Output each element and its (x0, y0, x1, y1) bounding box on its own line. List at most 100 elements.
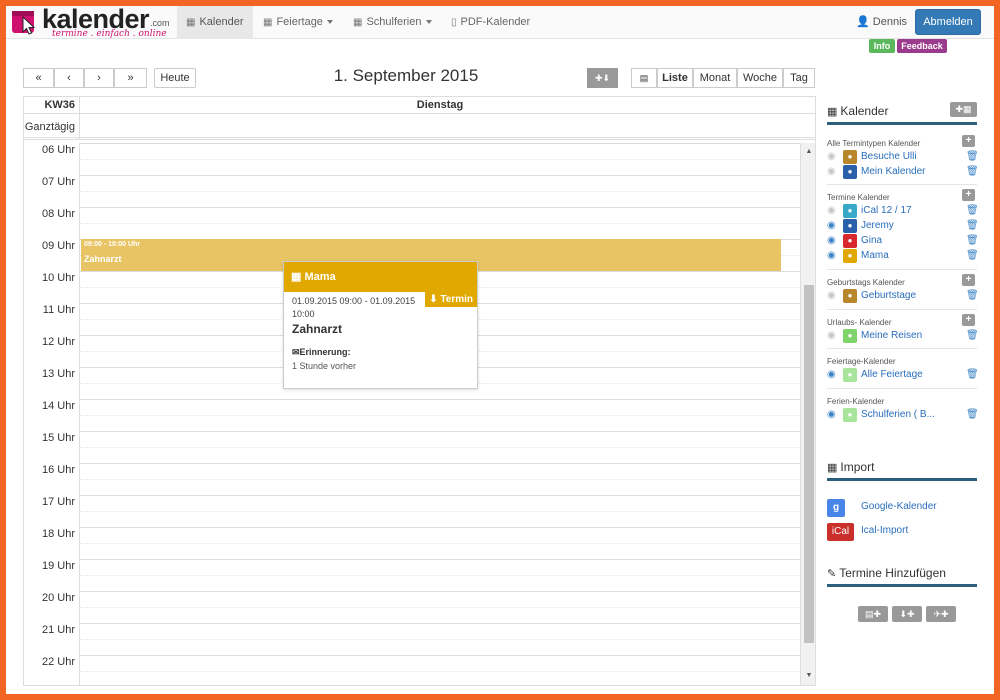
prev-prev-button[interactable]: « (23, 68, 54, 88)
hour-label: 22 Uhr (24, 655, 80, 685)
hour-row[interactable]: 20 Uhr (24, 591, 800, 623)
trash-icon[interactable]: 🗑 (966, 204, 979, 218)
calendar-item[interactable]: ◉ ● Alle Feiertage 🗑 (827, 368, 979, 382)
add-appointment-button[interactable]: ⬇✚ (892, 606, 922, 622)
hour-row[interactable]: 07 Uhr (24, 175, 800, 207)
eye-icon[interactable]: ◉ (827, 166, 836, 178)
calendar-color-icon: ● (843, 165, 857, 179)
view-woche-button[interactable]: Woche (737, 68, 783, 88)
add-calendar-group-button[interactable]: + (962, 274, 975, 286)
hour-row[interactable]: 21 Uhr (24, 623, 800, 655)
half-hour-line (80, 511, 800, 512)
hour-row[interactable]: 16 Uhr (24, 463, 800, 495)
hour-row[interactable]: 15 Uhr (24, 431, 800, 463)
calendar-item[interactable]: ◉ ● Mama 🗑 (827, 249, 979, 263)
calendar-item[interactable]: ◉ ● Geburtstage 🗑 (827, 289, 979, 303)
info-button[interactable]: Info (869, 39, 895, 53)
allday-row[interactable]: Ganztägig (24, 114, 815, 140)
trash-icon[interactable]: 🗑 (966, 234, 979, 248)
calendar-item[interactable]: ◉ ● Schulferien ( B... 🗑 (827, 408, 979, 422)
prev-button[interactable]: ‹ (54, 68, 84, 88)
add-birthday-button[interactable]: ▤✚ (858, 606, 888, 622)
nav-feiertage[interactable]: ▦ Feiertage (254, 6, 342, 39)
next-button[interactable]: › (84, 68, 114, 88)
calendar-item[interactable]: ◉ ● Besuche Ulli 🗑 (827, 150, 979, 164)
trash-icon[interactable]: 🗑 (966, 368, 979, 382)
half-hour-line (80, 575, 800, 576)
calendar-item[interactable]: ◉ ● Meine Reisen 🗑 (827, 329, 979, 343)
calendar-item[interactable]: ◉ ● Gina 🗑 (827, 234, 979, 248)
calendar-item-label[interactable]: Besuche Ulli (861, 150, 917, 164)
hour-row[interactable]: 17 Uhr (24, 495, 800, 527)
scroll-down-icon[interactable]: ▼ (804, 671, 814, 681)
calendar-item-label[interactable]: iCal 12 / 17 (861, 204, 912, 218)
add-calendar-group-button[interactable]: + (962, 314, 975, 326)
hours-grid[interactable]: 06 Uhr 07 Uhr 08 Uhr 09 Uhr 10 Uhr 11 Uhr 12 U… (24, 143, 800, 685)
half-hour-line (80, 191, 800, 192)
user-menu[interactable]: 👤 Dennis (856, 6, 907, 39)
calendar-item-label[interactable]: Mama (861, 249, 889, 263)
add-trip-button[interactable]: ✈✚ (926, 606, 956, 622)
import-ical[interactable]: iCal Ical-Import (827, 523, 977, 541)
logo-cursor-icon (12, 11, 36, 35)
hour-row[interactable]: 08 Uhr (24, 207, 800, 239)
eye-icon[interactable]: ◉ (827, 205, 836, 217)
view-liste-button[interactable]: Liste (657, 68, 693, 88)
calendar-item[interactable]: ◉ ● iCal 12 / 17 🗑 (827, 204, 979, 218)
trash-icon[interactable]: 🗑 (966, 165, 979, 179)
today-button[interactable]: Heute (154, 68, 196, 88)
view-tag-button[interactable]: Tag (783, 68, 815, 88)
eye-icon[interactable]: ◉ (827, 235, 836, 247)
eye-icon[interactable]: ◉ (827, 220, 836, 232)
calendar-item[interactable]: ◉ ● Jeremy 🗑 (827, 219, 979, 233)
eye-icon[interactable]: ◉ (827, 369, 836, 381)
day-calendar: KW36 Dienstag Ganztägig 06 Uhr 07 Uhr 08 U… (23, 96, 816, 686)
trash-icon[interactable]: 🗑 (966, 329, 979, 343)
nav-pdf-kalender[interactable]: ▯ PDF-Kalender (442, 6, 539, 39)
half-hour-line (80, 607, 800, 608)
nav-kalender[interactable]: ▦ Kalender (177, 6, 253, 39)
feedback-button[interactable]: Feedback (897, 39, 947, 53)
hour-row[interactable]: 14 Uhr (24, 399, 800, 431)
import-google[interactable]: g Google-Kalender (827, 499, 977, 517)
popup-reminder-label-text: Erinnerung: (299, 347, 351, 357)
nav-schulferien[interactable]: ▦ Schulferien (344, 6, 441, 39)
calendar-group-title: Feiertage-Kalender (827, 357, 896, 366)
add-calendar-button[interactable]: ✚▦ (950, 102, 977, 117)
calendar-item-label[interactable]: Jeremy (861, 219, 894, 233)
add-calendar-group-button[interactable]: + (962, 135, 975, 147)
trash-icon[interactable]: 🗑 (966, 408, 979, 422)
calendar-item[interactable]: ◉ ● Mein Kalender 🗑 (827, 165, 979, 179)
hour-row[interactable]: 22 Uhr (24, 655, 800, 685)
eye-icon[interactable]: ◉ (827, 151, 836, 163)
eye-icon[interactable]: ◉ (827, 290, 836, 302)
hour-row[interactable]: 18 Uhr (24, 527, 800, 559)
trash-icon[interactable]: 🗑 (966, 289, 979, 303)
hour-row[interactable]: 06 Uhr (24, 143, 800, 175)
calendar-item-label[interactable]: Geburtstage (861, 289, 916, 303)
add-calendar-group-button[interactable]: + (962, 189, 975, 201)
popup-time: 01.09.2015 09:00 - 01.09.2015 10:00 (292, 295, 422, 321)
trash-icon[interactable]: 🗑 (966, 150, 979, 164)
calendar-item-label[interactable]: Alle Feiertage (861, 368, 923, 382)
trash-icon[interactable]: 🗑 (966, 219, 979, 233)
add-event-button[interactable]: ✚⬇ (587, 68, 618, 88)
view-monat-button[interactable]: Monat (693, 68, 737, 88)
calendar-item-label[interactable]: Meine Reisen (861, 329, 922, 343)
scroll-thumb[interactable] (804, 285, 814, 643)
print-button[interactable]: ▤ (631, 68, 657, 88)
logo[interactable]: kalender .com termine . einfach . online (10, 6, 176, 39)
logo-tagline: termine . einfach . online (52, 29, 167, 39)
scroll-up-icon[interactable]: ▲ (804, 147, 814, 157)
logout-button[interactable]: Abmelden (915, 9, 981, 35)
trash-icon[interactable]: 🗑 (966, 249, 979, 263)
hour-row[interactable]: 19 Uhr (24, 559, 800, 591)
calendar-item-label[interactable]: Gina (861, 234, 882, 248)
next-next-button[interactable]: » (114, 68, 147, 88)
eye-icon[interactable]: ◉ (827, 250, 836, 262)
scrollbar[interactable]: ▲ ▼ (800, 143, 815, 685)
eye-icon[interactable]: ◉ (827, 409, 836, 421)
calendar-item-label[interactable]: Schulferien ( B... (861, 408, 935, 422)
calendar-item-label[interactable]: Mein Kalender (861, 165, 925, 179)
eye-icon[interactable]: ◉ (827, 330, 836, 342)
